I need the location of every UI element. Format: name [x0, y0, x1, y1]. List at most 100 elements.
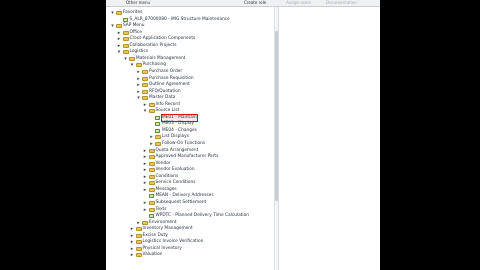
expand-arrow-right-icon[interactable]: ▸ [143, 102, 148, 108]
expand-arrow-right-icon[interactable]: ▸ [143, 167, 148, 173]
expand-arrow-right-icon[interactable]: ▸ [136, 89, 141, 95]
other-menu-button[interactable]: Other menu [126, 0, 150, 5]
expand-arrow-right-icon[interactable]: ▸ [130, 233, 135, 239]
tree-node-label: ME04 - Changes [162, 127, 197, 133]
folder-icon [122, 37, 129, 42]
folder-icon [148, 148, 155, 153]
tree-node[interactable]: ▸ Subsequent Settlement [106, 200, 272, 206]
tree-node[interactable]: ▸ Texts [106, 207, 272, 213]
tree-node[interactable]: ▸ Logistics Invoice Verification [106, 239, 272, 245]
tree-node[interactable]: WPDTC - Planned Delivery Time Calculatio… [106, 213, 272, 219]
folder-icon [135, 233, 142, 238]
tree-node[interactable]: ▸ Office [106, 30, 272, 36]
tree-node-label: Valuation [142, 252, 163, 258]
tree-node[interactable]: ME01 - Maintain [106, 113, 272, 122]
tree-node-label: Follow-On Functions [162, 141, 206, 146]
tree-node[interactable]: ▸ Approved Manufacturer Parts [106, 154, 272, 160]
tree-node[interactable]: MEAN - Delivery Addresses [106, 193, 272, 199]
tree-node[interactable]: ▾ Logistics [106, 49, 272, 55]
expand-arrow-right-icon[interactable]: ▸ [130, 246, 135, 252]
tree-node-label: Collaboration Projects [129, 42, 177, 48]
expand-arrow-right-icon[interactable]: ▸ [143, 200, 148, 206]
tree-node[interactable]: ▸ Follow-On Functions [106, 141, 272, 147]
tree-node-label: Vendor [155, 160, 171, 166]
expand-arrow-down-icon[interactable]: ▾ [143, 108, 148, 114]
expand-arrow-down-icon[interactable]: ▾ [110, 10, 115, 16]
tree-node-label: Logistics Invoice Verification [142, 239, 204, 245]
tree-node-label: Excise Duty [142, 232, 168, 238]
folder-icon [122, 30, 129, 35]
tree-node-label: RFQ/Quotation [149, 88, 181, 94]
tree-node[interactable]: ▾ Favorites [106, 10, 272, 16]
tree-node[interactable]: ▸ Service Conditions [106, 180, 272, 186]
folder-icon [142, 83, 148, 88]
tree-node[interactable]: ▸ List Displays [106, 134, 272, 140]
tree-node[interactable]: ▸ Conditions [106, 174, 272, 180]
expand-arrow-right-icon[interactable]: ▸ [136, 82, 141, 88]
expand-arrow-right-icon[interactable]: ▸ [149, 141, 154, 147]
tree-node[interactable]: ▸ Messages [106, 187, 272, 193]
tree-node[interactable]: ▸ Quota Arrangement [106, 148, 272, 154]
tree-node-label: Messages [155, 186, 177, 192]
tree-node-label: S_ALR_87000080 - IMG Structure Maintenan… [129, 16, 230, 22]
expand-arrow-right-icon[interactable]: ▸ [143, 161, 148, 167]
tree-node[interactable]: ▸ Purchase Order [106, 69, 272, 75]
expand-arrow-right-icon[interactable]: ▸ [117, 30, 122, 36]
expand-arrow-right-icon[interactable]: ▸ [149, 134, 154, 140]
tree-node-label: Office [129, 29, 143, 35]
tree-node[interactable]: ▸ Inventory Management [106, 226, 272, 232]
expand-arrow-right-icon[interactable]: ▸ [136, 69, 141, 75]
documentation-button[interactable]: Documentation [326, 0, 357, 5]
expand-arrow-down-icon[interactable]: ▾ [117, 49, 122, 55]
tree-node-label: Source List [155, 108, 180, 114]
expand-arrow-right-icon[interactable]: ▸ [143, 154, 148, 160]
assign-users-button[interactable]: Assign users [286, 0, 311, 5]
tree-node[interactable]: ▾ Source List [106, 108, 272, 114]
tree-node[interactable]: ▾ Purchasing [106, 62, 272, 68]
tree-node[interactable]: S_ALR_87000080 - IMG Structure Maintenan… [106, 17, 272, 23]
expand-arrow-right-icon[interactable]: ▸ [143, 187, 148, 193]
expand-arrow-right-icon[interactable]: ▸ [136, 76, 141, 82]
expand-arrow-down-icon[interactable]: ▾ [130, 62, 135, 68]
tree-node[interactable]: ME03 - Display [106, 121, 272, 127]
tree-node[interactable]: ▸ Environment [106, 220, 272, 226]
expand-arrow-down-icon[interactable]: ▾ [136, 95, 141, 101]
expand-arrow-down-icon[interactable]: ▾ [123, 56, 128, 62]
folder-icon [135, 63, 142, 68]
expand-arrow-right-icon[interactable]: ▸ [117, 36, 122, 42]
expand-arrow-right-icon[interactable]: ▸ [130, 252, 135, 258]
tree-node-label: Inventory Management [142, 226, 193, 232]
tree-node[interactable]: ▸ Physical Inventory [106, 246, 272, 252]
tree-node[interactable]: ▸ RFQ/Quotation [106, 89, 272, 95]
folder-icon [135, 253, 142, 258]
tree-node[interactable]: ▾ Materials Management [106, 56, 272, 62]
expand-arrow-right-icon[interactable]: ▸ [117, 43, 122, 49]
tree-node[interactable]: ▸ Vendor [106, 161, 272, 167]
folder-icon [135, 240, 142, 245]
expand-arrow-right-icon[interactable]: ▸ [143, 174, 148, 180]
expand-arrow-right-icon[interactable]: ▸ [130, 239, 135, 245]
expand-arrow-right-icon[interactable]: ▸ [143, 207, 148, 213]
tree-node-label: Texts [155, 206, 167, 212]
expand-arrow-right-icon[interactable]: ▸ [130, 226, 135, 232]
folder-icon [142, 96, 148, 101]
tree-node[interactable]: ▸ Info Record [106, 102, 272, 108]
tree-node[interactable]: ▸ Excise Duty [106, 233, 272, 239]
create-role-button[interactable]: Create role [244, 0, 266, 5]
expand-arrow-right-icon[interactable]: ▸ [143, 180, 148, 186]
expand-arrow-down-icon[interactable]: ▾ [110, 23, 115, 29]
expand-arrow-right-icon[interactable]: ▸ [136, 220, 141, 226]
expand-arrow-right-icon[interactable]: ▸ [143, 148, 148, 154]
tree-node[interactable]: ▸ Purchase Requisition [106, 76, 272, 82]
tree-node[interactable]: ▸ Valuation [106, 252, 272, 258]
tree-node[interactable]: ▸ Vendor Evaluation [106, 167, 272, 173]
tree-node[interactable]: ▸ Collaboration Projects [106, 43, 272, 49]
right-pane [278, 7, 380, 270]
folder-icon [142, 69, 148, 74]
tree-node[interactable]: ▸ Cross-Application Components [106, 36, 272, 42]
tree-node-label: Environment [149, 219, 177, 225]
tree-node[interactable]: ▾ SAP Menu [106, 23, 272, 29]
tree-node[interactable]: ME04 - Changes [106, 128, 272, 134]
tree-node[interactable]: ▸ Outline Agreement [106, 82, 272, 88]
tree-node[interactable]: ▾ Master Data [106, 95, 272, 101]
